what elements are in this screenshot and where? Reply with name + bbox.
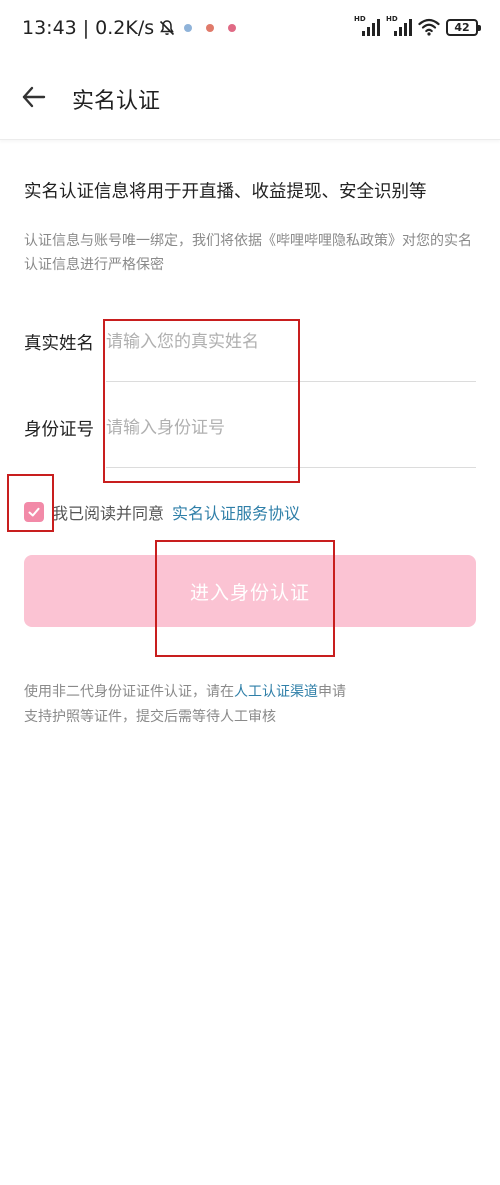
footer-line-1: 使用非二代身份证证件认证，请在人工认证渠道申请 [24,680,346,705]
network-speed: 0.2K/s [95,17,155,39]
footer-note: 使用非二代身份证证件认证，请在人工认证渠道申请 支持护照等证件，提交后需等待人工… [24,680,346,730]
mute-icon [158,19,176,37]
status-left: 13:43 | 0.2K/s [22,17,237,39]
back-arrow-icon[interactable] [18,80,52,114]
notification-icon [228,24,237,32]
enter-verification-button[interactable]: 进入身份认证 [24,555,476,627]
real-name-underline [106,381,476,382]
real-name-label: 真实姓名 [24,334,94,354]
notification-icons [184,24,237,32]
footer-line-1-suffix: 申请 [318,684,346,700]
signal-icon: HD [386,15,412,38]
page-title: 实名认证 [72,89,161,114]
id-number-row: 身份证号 [24,400,476,486]
battery-level: 42 [454,20,470,34]
checkmark-icon [28,507,40,517]
intro-headline: 实名认证信息将用于开直播、收益提现、安全识别等 [24,182,427,202]
status-separator: | [82,17,90,39]
service-agreement-link[interactable]: 实名认证服务协议 [172,500,300,524]
id-number-input[interactable] [106,412,476,444]
footer-line-1-prefix: 使用非二代身份证证件认证，请在 [24,684,234,700]
real-name-input[interactable] [106,326,476,358]
agreement-text: 我已阅读并同意 [52,504,165,523]
real-name-row: 真实姓名 [24,314,476,400]
manual-verification-link[interactable]: 人工认证渠道 [234,684,318,700]
top-app-bar: 实名认证 [0,62,500,140]
agreement-checkbox[interactable] [24,502,44,522]
wifi-icon [418,18,440,36]
notification-icon [206,24,215,32]
intro-description: 认证信息与账号唯一绑定，我们将依据《哔哩哔哩隐私政策》对您的实名认证信息进行严格… [24,233,472,273]
status-time: 13:43 [22,17,77,39]
id-number-underline [106,467,476,468]
agreement-row: 我已阅读并同意 实名认证服务协议 [24,498,300,526]
footer-line-2: 支持护照等证件，提交后需等待人工审核 [24,709,276,725]
signal-icon: HD [354,15,380,38]
id-number-label: 身份证号 [24,420,94,440]
status-bar: 13:43 | 0.2K/s HD HD 42 [0,0,500,62]
status-right: HD HD 42 [354,15,481,38]
notification-icon [184,24,193,32]
battery-icon: 42 [446,18,481,36]
